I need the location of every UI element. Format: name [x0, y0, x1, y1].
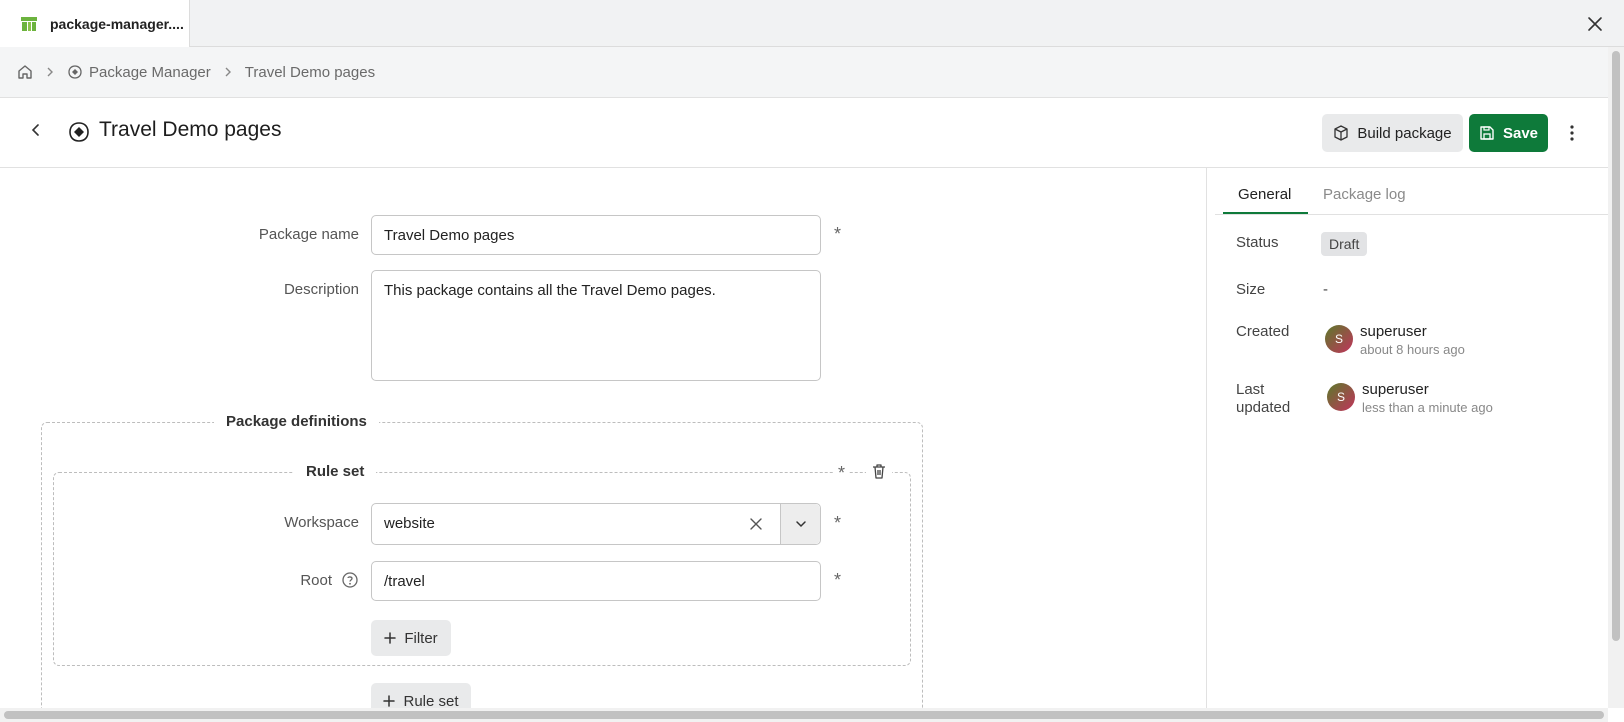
root-input[interactable]: /travel — [371, 561, 821, 601]
package-icon — [20, 16, 38, 32]
created-time: about 8 hours ago — [1360, 342, 1465, 357]
back-arrow-icon[interactable] — [26, 120, 46, 140]
package-form: Package name Travel Demo pages * Descrip… — [0, 168, 1206, 722]
package-manager-icon — [67, 120, 91, 144]
description-label: Description — [283, 281, 359, 298]
scrollbar-thumb[interactable] — [4, 711, 1604, 719]
package-definitions-legend: Package definitions — [214, 413, 379, 430]
breadcrumb-item-package-manager[interactable]: Package Manager — [67, 64, 211, 81]
breadcrumb: Package Manager Travel Demo pages — [0, 47, 1608, 98]
avatar: S — [1327, 383, 1355, 411]
build-package-label: Build package — [1357, 124, 1452, 142]
updated-time: less than a minute ago — [1362, 400, 1493, 415]
size-label: Size — [1236, 281, 1266, 298]
chevron-down-icon[interactable] — [780, 504, 820, 544]
package-name-input[interactable]: Travel Demo pages — [371, 215, 821, 255]
save-button[interactable]: Save — [1469, 114, 1548, 152]
package-manager-icon — [67, 65, 83, 79]
tab-bar: package-manager.... — [0, 0, 1624, 47]
status-badge: Draft — [1321, 232, 1368, 256]
size-value: - — [1323, 281, 1328, 298]
description-textarea[interactable]: This package contains all the Travel Dem… — [371, 270, 821, 381]
build-package-button[interactable]: Build package — [1322, 114, 1463, 152]
add-filter-button[interactable]: Filter — [371, 620, 451, 656]
chevron-right-icon — [223, 67, 233, 77]
created-label: Created — [1236, 323, 1290, 340]
save-icon — [1479, 125, 1495, 141]
page-header: Travel Demo pages Build package Save — [0, 98, 1608, 168]
home-icon[interactable] — [17, 64, 33, 80]
breadcrumb-item-current: Travel Demo pages — [244, 63, 376, 81]
workspace-select[interactable]: website — [371, 503, 821, 545]
workspace-label: Workspace — [284, 514, 359, 531]
scrollbar-thumb[interactable] — [1612, 51, 1620, 641]
close-icon[interactable] — [1584, 13, 1606, 35]
chevron-right-icon — [45, 67, 55, 77]
avatar: S — [1325, 325, 1353, 353]
vertical-scrollbar[interactable] — [1608, 47, 1624, 708]
box-icon — [1333, 125, 1349, 141]
root-label: Root — [300, 572, 332, 589]
tab-general[interactable]: General — [1238, 186, 1291, 203]
active-tab-indicator — [1223, 212, 1308, 214]
horizontal-scrollbar[interactable] — [0, 708, 1608, 722]
breadcrumb-label: Package Manager — [89, 63, 211, 81]
tab-title: package-manager.... — [50, 15, 184, 32]
tab-package-log[interactable]: Package log — [1323, 186, 1406, 203]
rule-set-legend: Rule set — [294, 463, 377, 480]
more-vertical-icon[interactable] — [1562, 123, 1582, 143]
trash-icon[interactable] — [866, 462, 892, 480]
required-mark: * — [834, 224, 842, 244]
updated-user: superuser — [1362, 381, 1429, 398]
page-title: Travel Demo pages — [99, 118, 282, 141]
add-rule-set-label: Rule set — [403, 692, 459, 710]
status-label: Status — [1236, 234, 1279, 251]
required-mark: * — [834, 513, 842, 533]
clear-icon[interactable] — [748, 516, 764, 532]
side-tabs: General Package log — [1215, 168, 1609, 215]
details-panel: General Package log Status Draft Size - … — [1206, 168, 1609, 708]
plus-icon — [384, 632, 397, 644]
updated-label: Last updated — [1236, 381, 1291, 416]
plus-icon — [383, 695, 396, 707]
package-name-label: Package name — [258, 226, 359, 243]
workspace-value: website — [384, 515, 435, 532]
tab-package-manager[interactable]: package-manager.... — [0, 0, 190, 47]
help-circle-icon[interactable] — [341, 571, 359, 589]
save-label: Save — [1502, 124, 1539, 142]
required-mark: * — [834, 570, 842, 590]
created-user: superuser — [1360, 323, 1427, 340]
required-mark: * — [834, 463, 850, 484]
filter-label: Filter — [404, 629, 438, 647]
